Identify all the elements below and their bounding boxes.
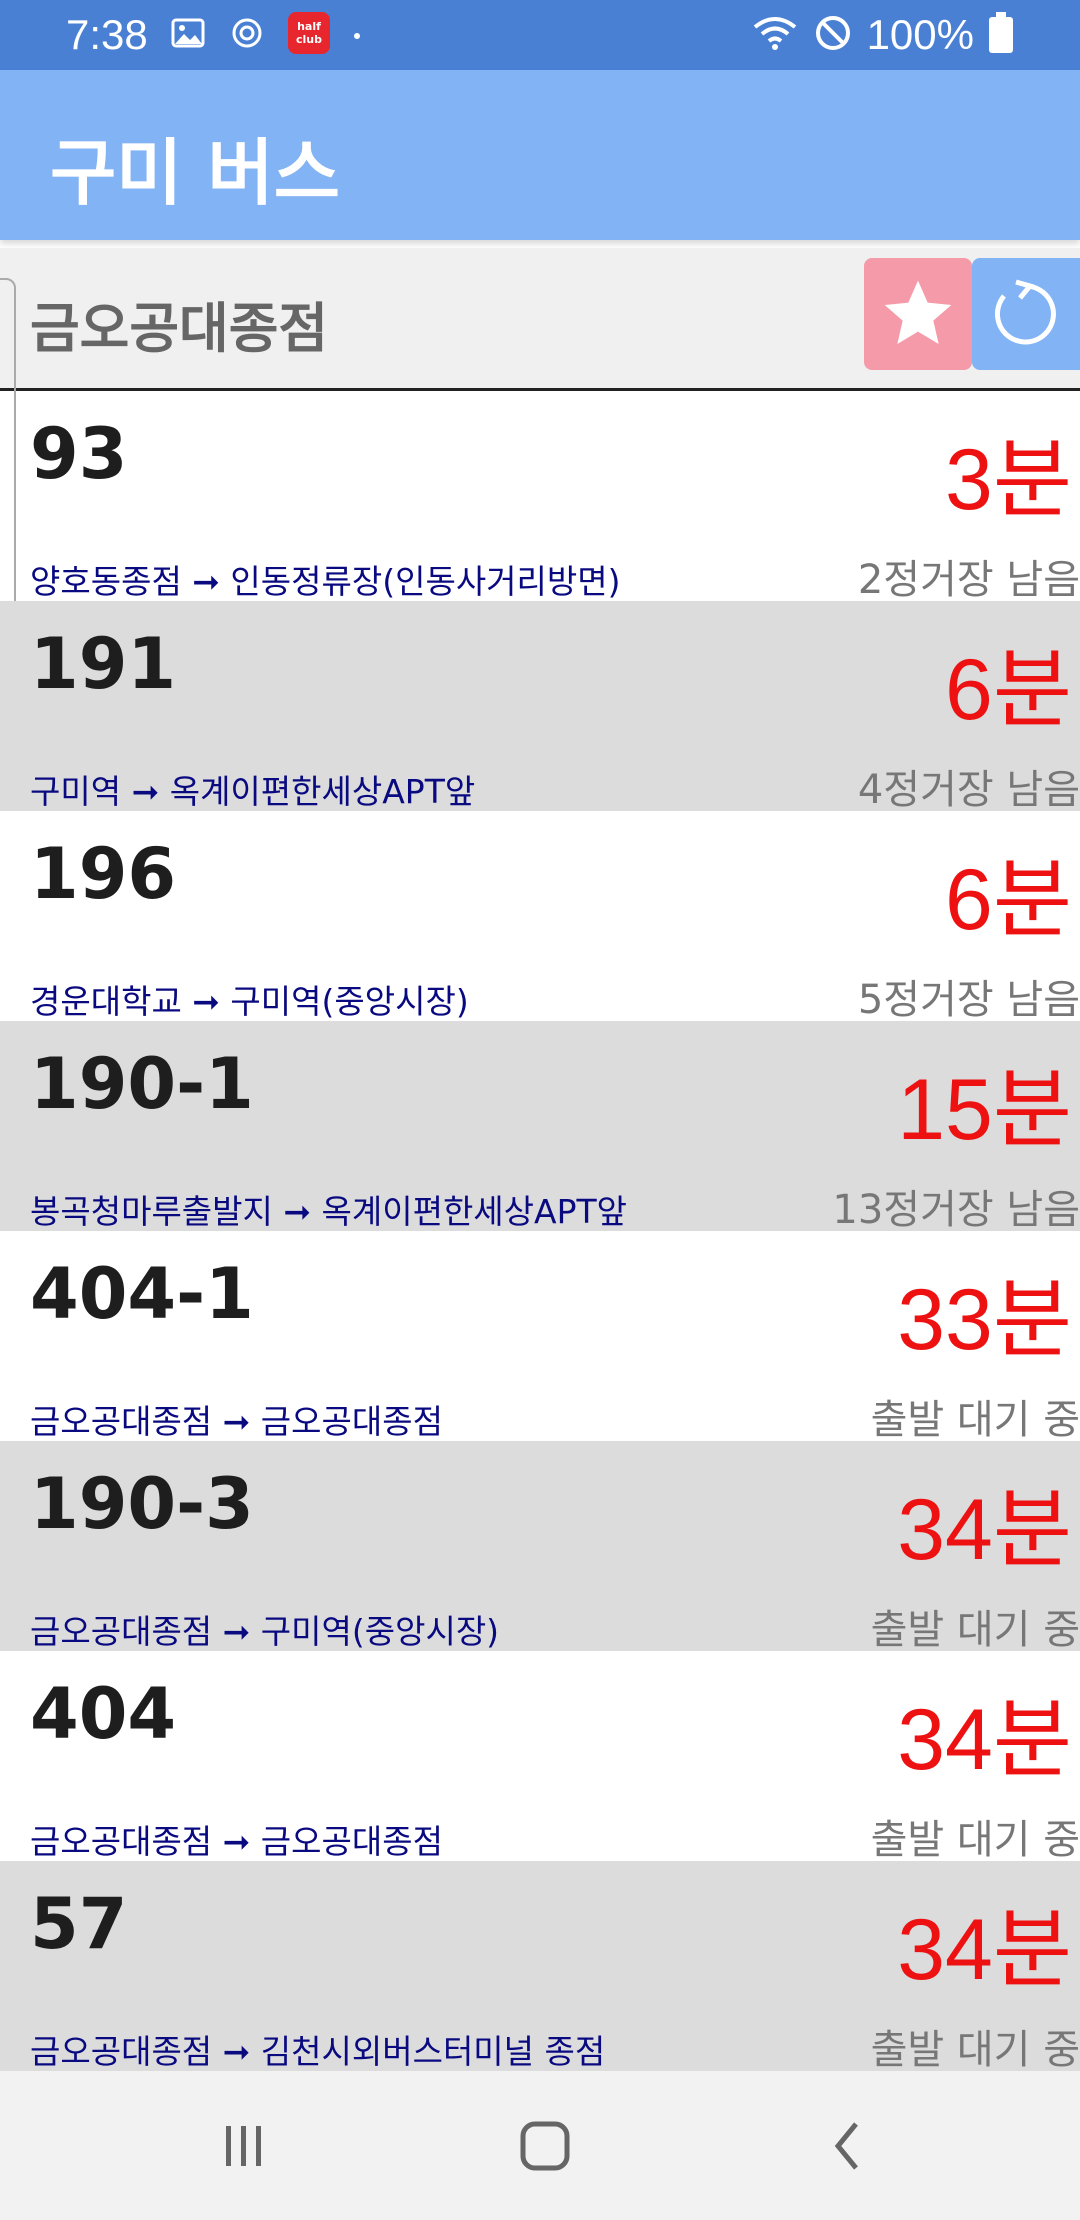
route-number: 190-1 (30, 1043, 254, 1125)
route-number: 93 (30, 413, 128, 495)
arrival-row[interactable]: 191 6분 구미역 ➞ 옥계이편한세상APT앞 4정거장 남음 (0, 601, 1080, 813)
star-icon (884, 280, 952, 344)
route-direction: 구미역 ➞ 옥계이편한세상APT앞 (30, 772, 476, 811)
battery-icon (988, 12, 1014, 58)
arrival-eta: 3분 (945, 432, 1072, 528)
stops-remaining: 13정거장 남음 (832, 1187, 1080, 1233)
arrival-list: 93 3분 양호동종점 ➞ 인동정류장(인동사거리방면) 2정거장 남음 191… (0, 391, 1080, 2071)
arrival-row[interactable]: 190-3 34분 금오공대종점 ➞ 구미역(중앙시장) 출발 대기 중 (0, 1441, 1080, 1653)
sync-icon (228, 14, 266, 56)
do-not-disturb-icon (813, 13, 853, 57)
arrival-eta: 15분 (897, 1062, 1072, 1158)
arrival-row[interactable]: 196 6분 경운대학교 ➞ 구미역(중앙시장) 5정거장 남음 (0, 811, 1080, 1023)
route-direction: 양호동종점 ➞ 인동정류장(인동사거리방면) (30, 562, 621, 601)
refresh-button[interactable] (972, 258, 1080, 370)
refresh-icon (995, 279, 1056, 345)
arrival-row[interactable]: 404 34분 금오공대종점 ➞ 금오공대종점 출발 대기 중 (0, 1651, 1080, 1863)
stop-header: 금오공대종점 (0, 248, 1080, 391)
arrival-row[interactable]: 190-1 15분 봉곡청마루출발지 ➞ 옥계이편한세상APT앞 13정거장 남… (0, 1021, 1080, 1233)
route-direction: 금오공대종점 ➞ 김천시외버스터미널 종점 (30, 2032, 606, 2071)
nav-back-button[interactable] (808, 2111, 888, 2181)
route-direction: 금오공대종점 ➞ 구미역(중앙시장) (30, 1612, 500, 1651)
svg-text:club: club (296, 33, 322, 46)
system-nav-bar (0, 2071, 1080, 2220)
arrival-eta: 34분 (897, 1692, 1072, 1788)
route-direction: 금오공대종점 ➞ 금오공대종점 (30, 1822, 443, 1861)
stops-remaining: 5정거장 남음 (857, 977, 1080, 1023)
route-number: 57 (30, 1883, 128, 1965)
halfclub-app-icon: half club (287, 12, 330, 58)
route-number: 404-1 (30, 1253, 254, 1335)
route-number: 190-3 (30, 1463, 254, 1545)
arrival-row[interactable]: 93 3분 양호동종점 ➞ 인동정류장(인동사거리방면) 2정거장 남음 (0, 391, 1080, 603)
route-number: 404 (30, 1673, 177, 1755)
stops-remaining: 출발 대기 중 (870, 1817, 1080, 1863)
arrival-row[interactable]: 57 34분 금오공대종점 ➞ 김천시외버스터미널 종점 출발 대기 중 (0, 1861, 1080, 2071)
favorite-button[interactable] (864, 258, 972, 370)
stops-remaining: 출발 대기 중 (870, 1397, 1080, 1443)
svg-text:half: half (297, 20, 321, 33)
dot-icon (352, 26, 362, 45)
wifi-icon (751, 13, 799, 57)
app-bar: 구미 버스 (0, 70, 1080, 240)
status-left: 7:38 half club (66, 0, 362, 70)
back-icon (834, 2122, 858, 2170)
nav-recents-button[interactable] (204, 2111, 284, 2181)
arrival-eta: 6분 (945, 852, 1072, 948)
stops-remaining: 출발 대기 중 (870, 2027, 1080, 2071)
arrival-eta: 33분 (897, 1272, 1072, 1368)
stops-remaining: 2정거장 남음 (857, 557, 1080, 603)
stop-name: 금오공대종점 (30, 297, 329, 360)
status-right: 100% (751, 0, 1014, 70)
stops-remaining: 4정거장 남음 (857, 767, 1080, 813)
status-bar: 7:38 half club 100% (0, 0, 1080, 70)
nav-home-button[interactable] (505, 2111, 585, 2181)
home-icon (520, 2121, 570, 2171)
arrival-eta: 6분 (945, 642, 1072, 738)
route-direction: 경운대학교 ➞ 구미역(중앙시장) (30, 982, 469, 1021)
battery-percent: 100% (866, 11, 974, 58)
arrival-eta: 34분 (897, 1482, 1072, 1578)
route-number: 191 (30, 623, 177, 705)
stops-remaining: 출발 대기 중 (870, 1607, 1080, 1653)
arrival-eta: 34분 (897, 1902, 1072, 1998)
route-direction: 금오공대종점 ➞ 금오공대종점 (30, 1402, 443, 1441)
arrival-row[interactable]: 404-1 33분 금오공대종점 ➞ 금오공대종점 출발 대기 중 (0, 1231, 1080, 1443)
app-title: 구미 버스 (50, 131, 341, 215)
status-time: 7:38 (66, 11, 148, 58)
gallery-icon (170, 15, 206, 55)
route-number: 196 (30, 833, 177, 915)
route-direction: 봉곡청마루출발지 ➞ 옥계이편한세상APT앞 (30, 1192, 628, 1231)
recents-icon (226, 2126, 261, 2166)
